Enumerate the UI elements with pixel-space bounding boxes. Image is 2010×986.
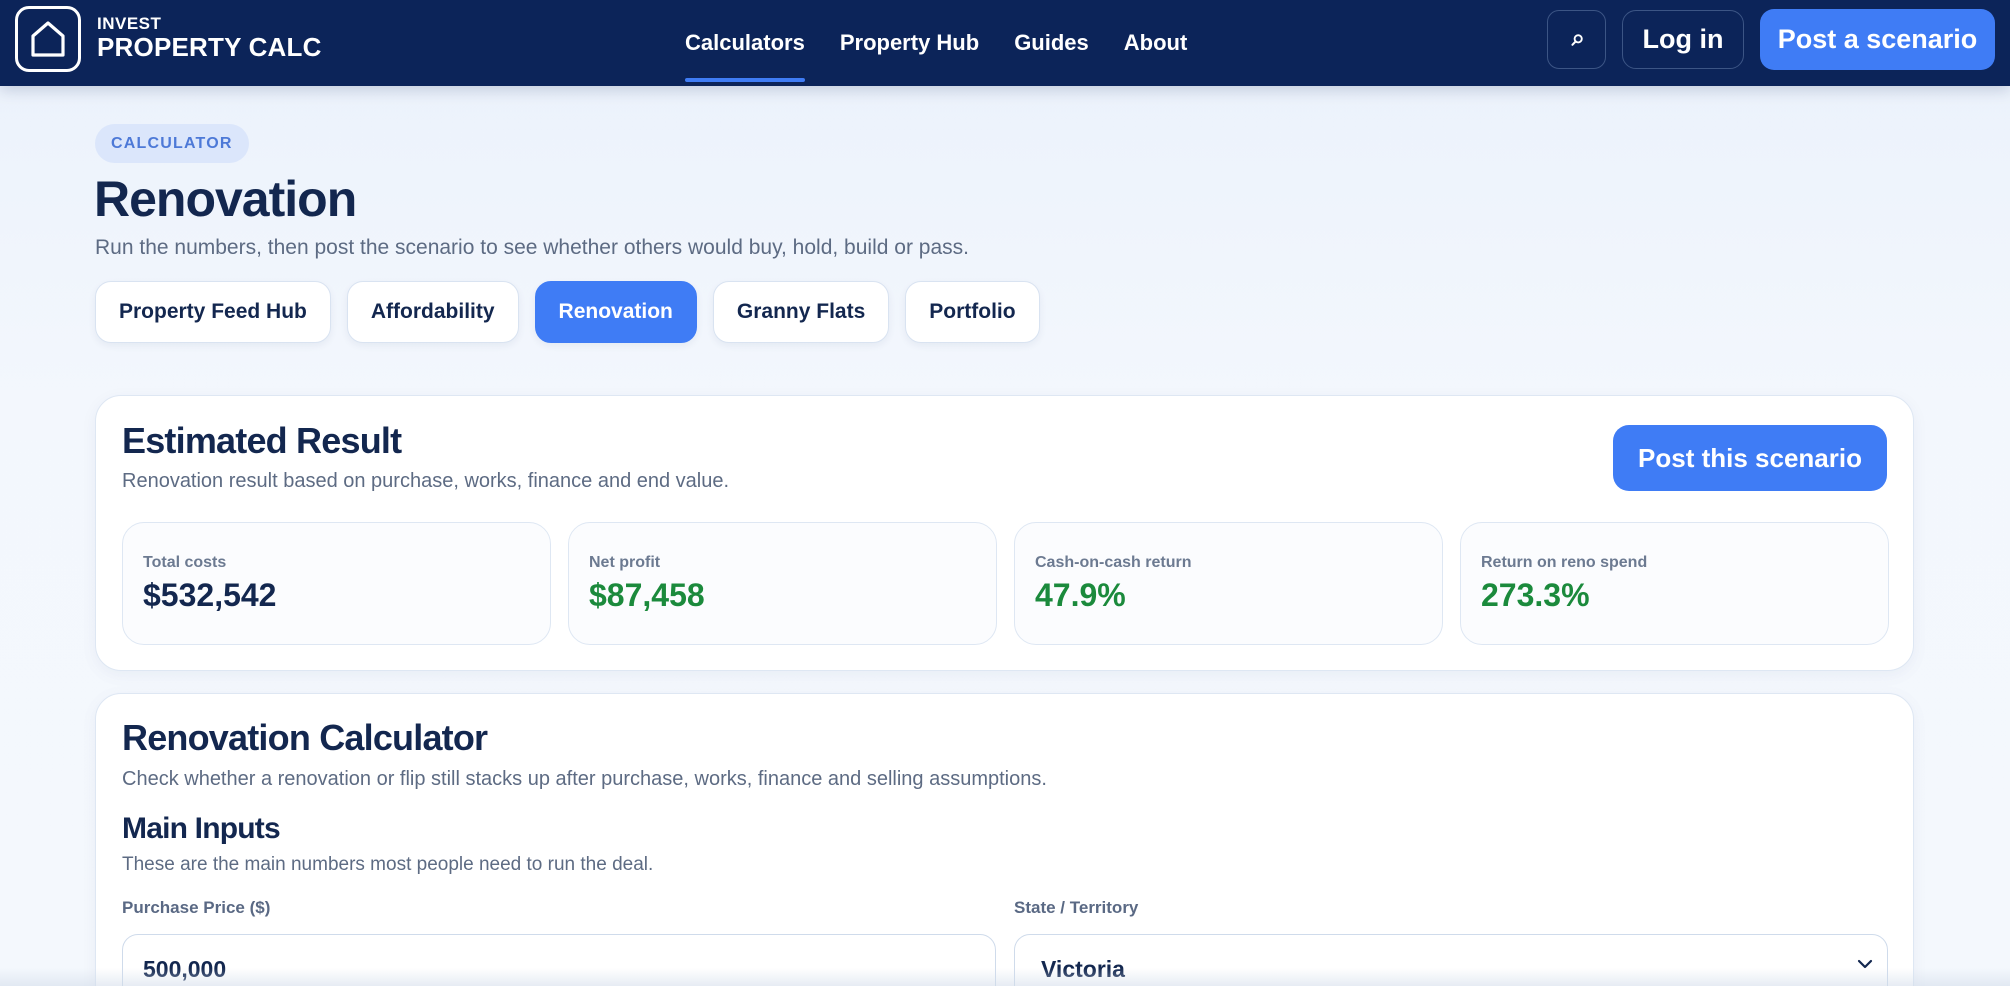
nav-link-guides[interactable]: Guides <box>1014 0 1089 86</box>
top-navigation-bar: INVEST PROPERTY CALC Calculators Propert… <box>0 0 2010 86</box>
tab-granny-flats[interactable]: Granny Flats <box>712 281 890 343</box>
tab-property-feed-hub[interactable]: Property Feed Hub <box>95 281 331 343</box>
page-subtitle: Run the numbers, then post the scenario … <box>95 236 969 259</box>
brand-wordmark[interactable]: INVEST PROPERTY CALC <box>97 15 322 60</box>
main-inputs-subtitle: These are the main numbers most people n… <box>122 854 654 875</box>
stat-label: Total costs <box>143 554 227 571</box>
result-subtitle: Renovation result based on purchase, wor… <box>122 470 730 492</box>
login-button[interactable]: Log in <box>1622 10 1744 69</box>
purchase-price-field[interactable] <box>122 934 996 986</box>
home-logo-icon[interactable] <box>15 6 81 72</box>
calculator-tabs: Property Feed Hub Affordability Renovati… <box>95 281 1040 343</box>
tab-renovation[interactable]: Renovation <box>534 281 697 343</box>
stat-value: 273.3% <box>1481 577 1590 613</box>
main-inputs-heading: Main Inputs <box>122 812 281 845</box>
post-this-scenario-button[interactable]: Post this scenario <box>1613 425 1887 491</box>
calculator-eyebrow-badge: CALCULATOR <box>95 124 249 163</box>
purchase-price-label: Purchase Price ($) <box>122 898 271 917</box>
tab-portfolio[interactable]: Portfolio <box>905 281 1040 343</box>
tab-affordability[interactable]: Affordability <box>346 281 519 343</box>
brand-line-1: INVEST <box>97 14 162 33</box>
stat-value: $87,458 <box>589 577 705 613</box>
stat-total-costs: Total costs $532,542 <box>122 522 551 645</box>
house-icon <box>31 21 65 57</box>
renovation-calculator-card: Renovation Calculator Check whether a re… <box>95 693 1914 986</box>
nav-link-property-hub[interactable]: Property Hub <box>840 0 979 86</box>
stat-label: Cash-on-cash return <box>1035 554 1192 571</box>
result-title: Estimated Result <box>122 420 402 461</box>
chevron-down-icon <box>1857 959 1873 969</box>
stat-value: $532,542 <box>143 577 277 613</box>
calculator-subtitle: Check whether a renovation or flip still… <box>122 768 1047 790</box>
state-territory-label: State / Territory <box>1014 898 1139 917</box>
purchase-price-input[interactable] <box>143 955 975 983</box>
nav-link-calculators[interactable]: Calculators <box>685 0 805 86</box>
page-title: Renovation <box>94 171 357 227</box>
stat-value: 47.9% <box>1035 577 1126 613</box>
result-stats: Total costs $532,542 Net profit $87,458 … <box>122 522 1889 645</box>
nav-link-about[interactable]: About <box>1124 0 1188 86</box>
stat-cash-on-cash-return: Cash-on-cash return 47.9% <box>1014 522 1443 645</box>
stat-label: Net profit <box>589 554 661 571</box>
main-nav: Calculators Property Hub Guides About <box>685 0 1187 86</box>
stat-label: Return on reno spend <box>1481 554 1648 571</box>
calculator-title: Renovation Calculator <box>122 717 488 758</box>
stat-net-profit: Net profit $87,458 <box>568 522 997 645</box>
state-territory-value: Victoria <box>1041 955 1125 982</box>
search-button[interactable] <box>1547 10 1606 69</box>
search-icon <box>1570 33 1583 46</box>
stat-return-on-reno-spend: Return on reno spend 273.3% <box>1460 522 1889 645</box>
post-scenario-button[interactable]: Post a scenario <box>1760 9 1995 70</box>
state-territory-select[interactable]: Victoria <box>1014 934 1888 986</box>
brand-line-2: PROPERTY CALC <box>97 32 322 62</box>
estimated-result-card: Estimated Result Renovation result based… <box>95 395 1914 671</box>
